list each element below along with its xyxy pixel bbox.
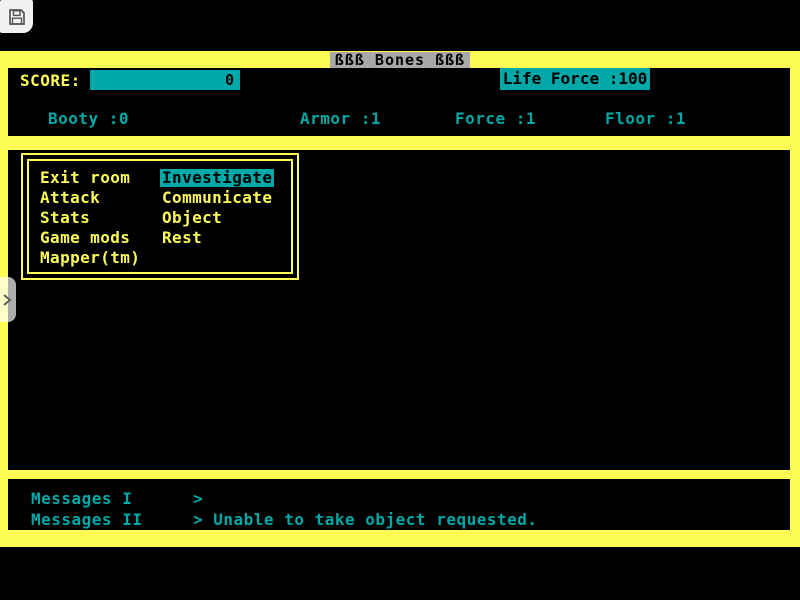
- frame-separator-upper: [0, 136, 800, 150]
- frame-right-border: [790, 51, 800, 547]
- frame-top-band: ßßß Bones ßßß: [0, 51, 800, 68]
- messages-line-1: Messages I >: [0, 489, 760, 507]
- messages-2-label: Messages II: [31, 510, 142, 529]
- floppy-disk-icon: [7, 7, 27, 27]
- menu-item-stats[interactable]: Stats: [40, 209, 142, 229]
- save-button[interactable]: [0, 0, 33, 33]
- menu-item-object[interactable]: Object: [162, 209, 274, 229]
- menu-column-1: Exit room Attack Stats Game mods Mapper(…: [40, 169, 142, 269]
- game-screen: ßßß Bones ßßß SCORE: 0 Life Force :100 B…: [0, 0, 800, 600]
- messages-line-2: Messages II > Unable to take object requ…: [0, 510, 760, 528]
- messages-2-content: > Unable to take object requested.: [193, 510, 538, 529]
- messages-1-content: >: [193, 489, 203, 508]
- frame-separator-lower: [0, 470, 800, 479]
- menu-column-2: Investigate Communicate Object Rest: [162, 169, 274, 249]
- score-bar: 0: [90, 70, 240, 90]
- score-label: SCORE:: [20, 71, 81, 90]
- menu-item-rest[interactable]: Rest: [162, 229, 274, 249]
- expand-sidebar-tab[interactable]: [0, 277, 16, 322]
- score-value: 0: [225, 71, 234, 89]
- menu-item-attack[interactable]: Attack: [40, 189, 142, 209]
- life-force-badge: Life Force :100: [500, 68, 650, 90]
- stat-armor: Armor :1: [300, 109, 381, 128]
- game-title: ßßß Bones ßßß: [330, 52, 470, 68]
- stat-force: Force :1: [455, 109, 536, 128]
- menu-item-mapper[interactable]: Mapper(tm): [40, 249, 142, 269]
- frame-bottom-band: [0, 530, 800, 547]
- menu-box: Exit room Attack Stats Game mods Mapper(…: [21, 153, 299, 280]
- menu-item-communicate[interactable]: Communicate: [162, 189, 274, 209]
- menu-item-exit-room[interactable]: Exit room: [40, 169, 142, 189]
- menu-item-game-mods[interactable]: Game mods: [40, 229, 142, 249]
- chevron-right-icon: [2, 293, 12, 307]
- menu-box-inner-border: Exit room Attack Stats Game mods Mapper(…: [27, 159, 293, 274]
- messages-1-label: Messages I: [31, 489, 132, 508]
- stat-booty: Booty :0: [48, 109, 129, 128]
- stat-floor: Floor :1: [605, 109, 686, 128]
- menu-item-investigate[interactable]: Investigate: [162, 169, 274, 189]
